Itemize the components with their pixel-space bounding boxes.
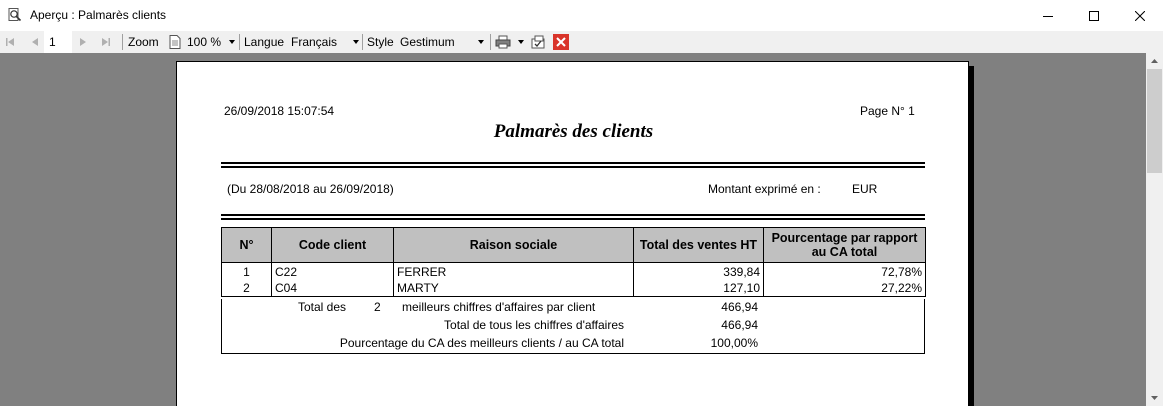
report-page: 26/09/2018 15:07:54 Page N° 1 Palmarès d… <box>176 61 969 406</box>
title-bar: Aperçu : Palmarès clients <box>0 0 1163 31</box>
language-dropdown[interactable]: Français <box>287 31 361 53</box>
client-name: FERRER <box>393 262 634 280</box>
language-label: Langue <box>244 35 285 49</box>
row-number: 2 <box>221 280 272 297</box>
zoom-label: Zoom <box>128 35 159 49</box>
last-page-button[interactable] <box>100 31 112 53</box>
table-row: 2 C04 MARTY 127,10 27,22% <box>221 280 926 297</box>
sales-total: 127,10 <box>633 280 764 297</box>
column-header: Total des ventes HT <box>633 227 764 263</box>
all-total-label: Total de tous les chiffres d'affaires <box>444 318 624 332</box>
window-title: Aperçu : Palmarès clients <box>30 8 167 22</box>
export-icon <box>531 35 545 49</box>
chevron-down-icon <box>478 40 484 44</box>
client-name: MARTY <box>393 280 634 297</box>
table-row: 1 C22 FERRER 339,84 72,78% <box>221 262 926 280</box>
report-datetime: 26/09/2018 15:07:54 <box>224 104 335 118</box>
preview-viewport[interactable]: 26/09/2018 15:07:54 Page N° 1 Palmarès d… <box>0 53 1146 406</box>
sales-percentage: 27,22% <box>763 280 926 297</box>
best-total-suffix: meilleurs chiffres d'affaires par client <box>402 300 596 314</box>
export-button[interactable] <box>530 31 546 53</box>
style-label: Style <box>367 35 394 49</box>
previous-page-icon <box>32 38 38 46</box>
report-page-number: Page N° 1 <box>860 104 915 118</box>
scrollbar-thumb[interactable] <box>1147 69 1162 173</box>
close-preview-button[interactable] <box>553 31 569 53</box>
next-page-icon <box>80 38 86 46</box>
best-total-count: 2 <box>374 300 381 314</box>
scroll-down-icon[interactable] <box>1146 390 1163 406</box>
all-total-line: Total de tous les chiffres d'affaires 46… <box>222 317 926 335</box>
toolbar-separator <box>122 34 123 50</box>
close-icon <box>1135 10 1145 21</box>
language-value: Français <box>291 35 338 49</box>
zoom-value: 100 % <box>187 35 222 49</box>
maximize-icon <box>1089 10 1099 21</box>
client-code: C04 <box>271 280 394 297</box>
amount-label: Montant exprimé en : <box>708 182 821 196</box>
close-button[interactable] <box>1117 0 1163 31</box>
scroll-up-icon[interactable] <box>1146 53 1163 69</box>
page-number-value: 1 <box>49 35 56 49</box>
first-page-icon <box>6 38 14 46</box>
minimize-button[interactable] <box>1025 0 1071 31</box>
sales-percentage: 72,78% <box>763 262 926 280</box>
toolbar-separator <box>490 34 491 50</box>
client-code: C22 <box>271 262 394 280</box>
best-total-line: Total des 2 meilleurs chiffres d'affaire… <box>222 299 926 317</box>
style-dropdown[interactable]: Gestimum <box>396 31 488 53</box>
previous-page-button[interactable] <box>29 31 41 53</box>
best-total-prefix: Total des <box>298 300 347 314</box>
column-header: Raison sociale <box>393 227 634 263</box>
page-number-field[interactable]: 1 <box>44 31 72 53</box>
chevron-down-icon <box>518 40 524 44</box>
column-header: Code client <box>271 227 394 263</box>
page-icon <box>169 31 181 53</box>
divider <box>221 214 925 220</box>
all-total-value: 466,94 <box>721 318 758 332</box>
close-preview-icon <box>553 34 569 50</box>
sales-total: 339,84 <box>633 262 764 280</box>
printer-icon <box>495 35 511 49</box>
row-number: 1 <box>221 262 272 280</box>
next-page-button[interactable] <box>77 31 89 53</box>
column-header: N° <box>221 227 272 263</box>
toolbar: 1 Zoom 100 % Langue Français Style Gesti… <box>0 31 1163 53</box>
best-total-value: 466,94 <box>721 300 758 314</box>
percentage-value: 100,00% <box>710 336 758 350</box>
percentage-label: Pourcentage du CA des meilleurs clients … <box>339 336 624 350</box>
print-button[interactable] <box>495 31 525 53</box>
column-header: Pourcentage par rapport au CA total <box>763 227 926 263</box>
divider <box>221 162 925 168</box>
table-header-row: N° Code client Raison sociale Total des … <box>221 227 926 263</box>
chevron-down-icon <box>353 40 359 44</box>
preview-icon <box>8 8 22 22</box>
first-page-button[interactable] <box>4 31 16 53</box>
zoom-dropdown[interactable]: 100 % <box>183 31 239 53</box>
ranking-table: N° Code client Raison sociale Total des … <box>221 227 926 297</box>
percentage-line: Pourcentage du CA des meilleurs clients … <box>222 335 926 353</box>
maximize-button[interactable] <box>1071 0 1117 31</box>
minimize-icon <box>1043 15 1053 17</box>
toolbar-separator <box>362 34 363 50</box>
chevron-down-icon <box>229 40 235 44</box>
totals-box: Total des 2 meilleurs chiffres d'affaire… <box>221 299 925 354</box>
report-title: Palmarès des clients <box>493 121 654 142</box>
last-page-icon <box>102 38 110 46</box>
toolbar-separator <box>239 34 240 50</box>
currency: EUR <box>852 182 878 196</box>
style-value: Gestimum <box>400 35 455 49</box>
report-period: (Du 28/08/2018 au 26/09/2018) <box>227 182 394 196</box>
